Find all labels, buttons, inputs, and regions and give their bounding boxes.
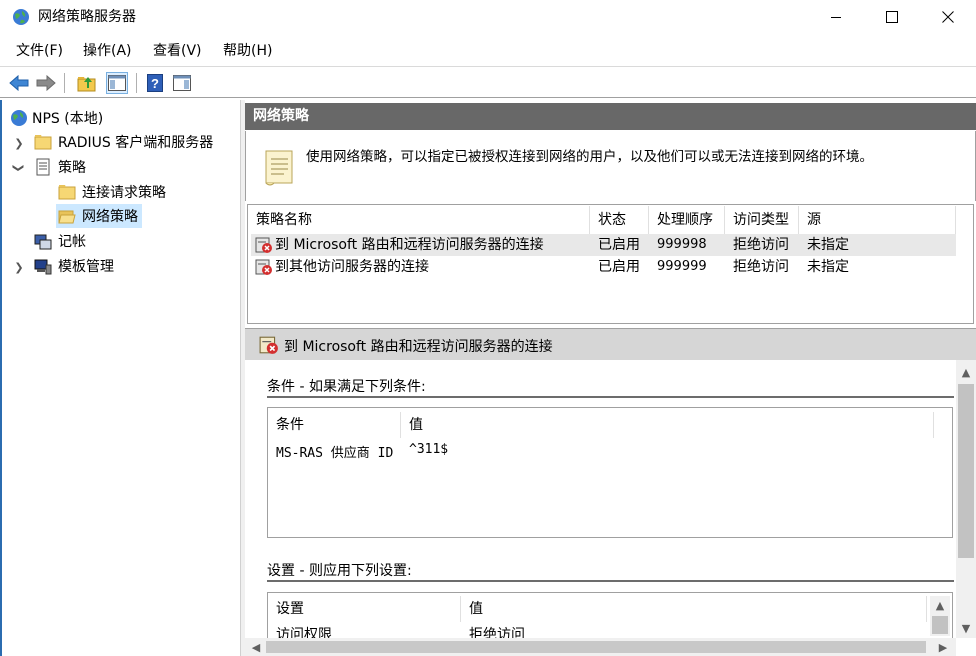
tree-item-label: 模板管理: [58, 259, 114, 275]
column-header-condition[interactable]: 条件: [268, 412, 401, 438]
folder-up-icon: [77, 77, 96, 92]
tree-item-connection-request-policies[interactable]: 连接请求策略: [58, 180, 166, 204]
table-row[interactable]: 到其他访问服务器的连接 已启用 999999 拒绝访问 未指定: [251, 256, 956, 278]
close-button[interactable]: [920, 0, 976, 34]
open-folder-icon: [58, 210, 76, 224]
tree-item-templates[interactable]: 模板管理: [34, 254, 114, 278]
pane-header: 网络策略: [245, 103, 976, 130]
conditions-title: 条件 - 如果满足下列条件:: [267, 379, 426, 395]
scroll-down-icon[interactable]: ▼: [956, 618, 976, 638]
policy-name: 到其他访问服务器的连接: [275, 259, 429, 275]
tree-item-radius[interactable]: RADIUS 客户端和服务器: [34, 130, 213, 154]
close-icon: [942, 11, 954, 23]
policy-access-type: 拒绝访问: [733, 237, 789, 253]
tree-item-nps-local[interactable]: NPS (本地): [10, 106, 103, 130]
menu-view[interactable]: 查看(V): [153, 42, 202, 60]
column-header-value[interactable]: 值: [461, 596, 927, 622]
help-icon: ?: [147, 74, 163, 92]
accounting-icon: [34, 234, 52, 250]
column-header-value[interactable]: 值: [401, 412, 934, 438]
action-pane-icon: [173, 75, 191, 91]
help-button[interactable]: ?: [144, 72, 166, 94]
tree-item-label: RADIUS 客户端和服务器: [58, 135, 214, 151]
chevron-right-icon[interactable]: ❯: [14, 136, 24, 150]
policy-document-icon: [36, 158, 50, 176]
chevron-right-icon[interactable]: ❯: [14, 260, 24, 274]
minimize-icon: [831, 17, 841, 18]
show-action-pane-button[interactable]: [171, 72, 193, 94]
column-header-access-type[interactable]: 访问类型: [725, 206, 799, 234]
table-row[interactable]: 到 Microsoft 路由和远程访问服务器的连接 已启用 999998 拒绝访…: [251, 234, 956, 256]
chevron-down-icon[interactable]: ❯: [12, 163, 26, 173]
scroll-thumb[interactable]: [932, 616, 948, 634]
console-tree-icon: [108, 75, 126, 91]
scroll-document-icon: [265, 150, 293, 186]
policy-denied-icon: [259, 336, 278, 354]
maximize-icon: [886, 11, 898, 23]
tree-item-label: 连接请求策略: [82, 185, 166, 201]
scroll-up-icon[interactable]: ▲: [956, 362, 976, 382]
scroll-up-icon[interactable]: ▲: [930, 596, 950, 614]
policy-status: 已启用: [598, 259, 640, 275]
settings-title: 设置 - 则应用下列设置:: [267, 563, 412, 579]
policy-name: 到 Microsoft 路由和远程访问服务器的连接: [275, 237, 544, 253]
globe-icon: [11, 110, 27, 126]
tree-item-label: 策略: [58, 160, 86, 176]
tree-item-label: NPS (本地): [32, 111, 104, 127]
description-panel: [245, 131, 976, 201]
toolbar-separator: [64, 73, 65, 93]
toolbar-separator: [136, 73, 137, 93]
menu-action[interactable]: 操作(A): [83, 42, 132, 60]
tree-item-accounting[interactable]: 记帐: [34, 229, 86, 253]
column-header-policy-name[interactable]: 策略名称: [248, 206, 590, 234]
menu-file[interactable]: 文件(F): [16, 42, 63, 60]
policy-source: 未指定: [807, 259, 849, 275]
menu-bar: 文件(F) 操作(A) 查看(V) 帮助(H): [0, 36, 976, 64]
up-level-button[interactable]: [76, 72, 98, 94]
scroll-thumb[interactable]: [266, 641, 926, 653]
show-hide-tree-button[interactable]: [106, 72, 128, 94]
folder-icon: [34, 135, 52, 150]
back-arrow-icon: [9, 75, 29, 91]
back-button[interactable]: [8, 72, 30, 94]
column-header-status[interactable]: 状态: [590, 206, 649, 234]
policy-denied-icon: [255, 259, 272, 275]
templates-icon: [34, 259, 52, 275]
column-header-setting[interactable]: 设置: [268, 596, 461, 622]
window-title: 网络策略服务器: [38, 9, 136, 25]
policy-order: 999999: [657, 259, 707, 274]
globe-icon: [13, 9, 29, 25]
policy-access-type: 拒绝访问: [733, 259, 789, 275]
section-divider: [267, 580, 954, 582]
svg-text:?: ?: [151, 76, 159, 91]
pane-description: 使用网络策略，可以指定已被授权连接到网络的用户，以及他们可以或无法连接到网络的环…: [306, 149, 873, 165]
tree-item-policies[interactable]: 策略: [34, 155, 86, 179]
forward-button[interactable]: [35, 72, 57, 94]
column-header-source[interactable]: 源: [799, 206, 956, 234]
column-header-order[interactable]: 处理顺序: [649, 206, 725, 234]
policy-order: 999998: [657, 237, 707, 252]
scroll-thumb[interactable]: [958, 384, 974, 558]
condition-value: ^311$: [409, 442, 449, 457]
console-tree: NPS (本地) ❯ RADIUS 客户端和服务器 ❯ 策略 连接请求策略 网络…: [0, 100, 240, 656]
policy-denied-icon: [255, 237, 272, 253]
maximize-button[interactable]: [864, 0, 920, 34]
scroll-right-icon[interactable]: ▶: [934, 639, 952, 655]
settings-scrollbar[interactable]: ▲: [930, 596, 950, 636]
policy-source: 未指定: [807, 237, 849, 253]
section-divider: [267, 396, 954, 398]
folder-icon: [58, 185, 76, 200]
menu-help[interactable]: 帮助(H): [223, 42, 272, 60]
scroll-left-icon[interactable]: ◀: [247, 639, 265, 655]
minimize-button[interactable]: [808, 0, 864, 34]
tree-item-label: 网络策略: [82, 209, 138, 225]
detail-title: 到 Microsoft 路由和远程访问服务器的连接: [284, 339, 553, 355]
tree-item-network-policies[interactable]: 网络策略: [56, 204, 142, 228]
policy-status: 已启用: [598, 237, 640, 253]
forward-arrow-icon: [36, 75, 56, 91]
tree-item-label: 记帐: [58, 234, 86, 250]
condition-name: MS-RAS 供应商 ID: [276, 446, 394, 461]
toolbar: ?: [0, 66, 976, 98]
